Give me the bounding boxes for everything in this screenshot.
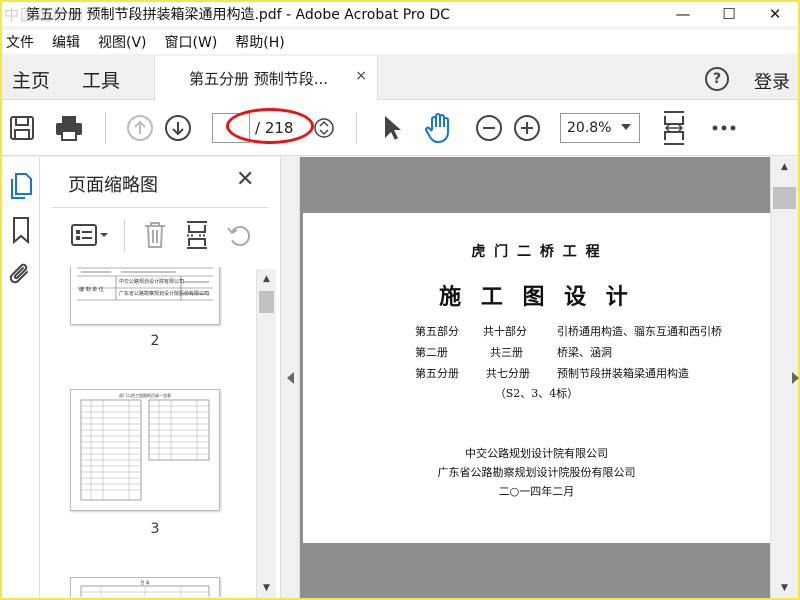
bookmark-icon[interactable] — [11, 215, 31, 245]
page-down-icon[interactable] — [164, 114, 192, 142]
doc-scroll-thumb[interactable] — [773, 187, 796, 209]
panel-separator — [124, 219, 125, 251]
close-panel-button[interactable]: ✕ — [236, 167, 254, 192]
tab-home[interactable]: 主页 — [12, 66, 50, 93]
thumbnail-options-icon[interactable] — [70, 221, 110, 249]
help-icon[interactable]: ? — [705, 67, 729, 91]
toolbar-separator — [356, 112, 357, 144]
toolbar-separator — [105, 112, 106, 144]
window-controls: — ☐ ✕ — [660, 2, 798, 26]
thumbnail-panel: 页面缩略图 ✕ 编 制 单 位 中交公路规划设计院有限公司 广东省公路勘察规划设… — [40, 157, 280, 598]
document-org-2: 广东省公路勘察规划设计院股份有限公司 — [437, 466, 636, 479]
thumbnail-list[interactable]: 编 制 单 位 中交公路规划设计院有限公司 广东省公路勘察规划设计院股份有限公司… — [40, 267, 256, 597]
row-2-col-2: 共三册 — [490, 346, 523, 359]
thumbnail-scrollbar[interactable]: ▲ ▼ — [256, 269, 276, 598]
thumbnail-2-caption-1: 中交公路规划设计院有限公司 — [119, 279, 185, 285]
attachment-icon[interactable] — [8, 259, 34, 289]
row-1-col-3: 引桥通用构造、骝东互通和西引桥 — [557, 325, 722, 338]
collapse-panel-icon[interactable] — [287, 372, 294, 384]
menu-help[interactable]: 帮助(H) — [231, 32, 294, 52]
hand-icon[interactable] — [424, 112, 454, 144]
row-1-col-2: 共十部分 — [483, 325, 527, 338]
insert-pages-icon[interactable] — [184, 219, 210, 251]
zoom-in-icon[interactable] — [513, 114, 541, 142]
document-tab-label: 第五分册 预制节段... — [189, 69, 329, 88]
menu-view[interactable]: 视图(V) — [94, 32, 157, 52]
row-1-col-1: 第五部分 — [415, 325, 459, 338]
thumbnail-page-3[interactable]: 虎门二桥工程图纸目录一览表 — [70, 389, 220, 511]
minimize-button[interactable]: — — [660, 2, 706, 26]
panel-splitter[interactable] — [280, 157, 300, 598]
delete-icon[interactable] — [142, 219, 168, 251]
page-thumbnails-icon[interactable] — [9, 171, 33, 201]
page-stepper-icon[interactable] — [312, 116, 336, 140]
document-org-1: 中交公路规划设计院有限公司 — [465, 447, 608, 460]
document-date: 二○一四年二月 — [498, 485, 575, 498]
cursor-icon[interactable] — [380, 114, 404, 142]
login-button[interactable]: 登录 — [754, 68, 790, 94]
toolbar: / 218 20.8% — [2, 100, 798, 156]
panel-divider — [52, 207, 268, 208]
row-3-col-3: 预制节段拼装箱梁通用构造 — [557, 367, 689, 380]
tab-tools[interactable]: 工具 — [82, 66, 120, 93]
menu-edit[interactable]: 编辑 — [48, 32, 90, 52]
row-2-col-3: 桥梁、涵洞 — [557, 346, 612, 359]
close-tab-button[interactable]: × — [355, 68, 367, 84]
menu-file[interactable]: 文件 — [2, 32, 44, 52]
doc-scroll-down-arrow[interactable]: ▼ — [771, 580, 798, 596]
panel-toolbar — [40, 213, 280, 257]
thumbnail-4-caption: 目 录 — [140, 580, 150, 585]
row-3-col-1: 第五分册 — [415, 367, 459, 380]
thumbnail-3-caption: 虎门二桥工程图纸目录一览表 — [119, 393, 171, 398]
thumbnail-2-caption-3: 编 制 单 位 — [79, 287, 104, 293]
page-up-icon[interactable] — [126, 114, 154, 142]
row-3-col-2: 共七分册 — [486, 367, 530, 380]
save-icon[interactable] — [8, 114, 36, 142]
maximize-button[interactable]: ☐ — [706, 2, 752, 26]
close-window-button[interactable]: ✕ — [752, 2, 798, 26]
pdf-page: 虎 门 二 桥 工 程 施 工 图 设 计 第五部分 共十部分 引桥通用构造、骝… — [303, 213, 770, 543]
thumbnail-label-2: 2 — [150, 333, 160, 349]
doc-scroll-up-arrow[interactable]: ▲ — [771, 159, 798, 175]
menu-window[interactable]: 窗口(W) — [161, 32, 228, 52]
expand-right-pane-icon[interactable] — [792, 372, 799, 384]
scroll-up-arrow[interactable]: ▲ — [257, 271, 276, 287]
scroll-thumb[interactable] — [259, 291, 274, 313]
document-heading: 施 工 图 设 计 — [439, 284, 634, 310]
thumbnail-page-4[interactable]: 目 录 — [70, 577, 220, 597]
scroll-down-arrow[interactable]: ▼ — [257, 580, 276, 596]
document-view[interactable]: 虎 门 二 桥 工 程 施 工 图 设 计 第五部分 共十部分 引桥通用构造、骝… — [300, 157, 772, 598]
zoom-select[interactable]: 20.8% — [560, 113, 640, 143]
print-icon[interactable] — [54, 113, 84, 143]
panel-title: 页面缩略图 — [68, 175, 158, 196]
watermark: 中国造桥网 — [4, 6, 85, 24]
document-sections: （S2、3、4标） — [494, 387, 579, 400]
tab-document[interactable]: 第五分册 预制节段... × — [154, 56, 378, 100]
row-2-col-1: 第二册 — [415, 346, 448, 359]
rotate-icon[interactable] — [226, 221, 252, 249]
more-icon[interactable] — [710, 118, 738, 138]
left-rail — [2, 157, 40, 598]
zoom-value: 20.8% — [567, 120, 612, 136]
menu-bar: 文件 编辑 视图(V) 窗口(W) 帮助(H) — [2, 30, 798, 54]
title-bar: 中国造桥网 第五分册 预制节段拼装箱梁通用构造.pdf - Adobe Acro… — [2, 2, 798, 26]
tab-bar: 主页 工具 第五分册 预制节段... × ? 登录 — [2, 56, 798, 100]
project-title: 虎 门 二 桥 工 程 — [471, 244, 602, 260]
thumbnail-2-caption-2: 广东省公路勘察规划设计院股份有限公司 — [119, 291, 210, 297]
thumbnail-label-3: 3 — [150, 521, 160, 537]
fit-width-icon[interactable] — [660, 110, 688, 146]
chevron-down-icon — [621, 124, 631, 130]
red-annotation-oval — [226, 108, 314, 144]
zoom-out-icon[interactable] — [475, 114, 503, 142]
thumbnail-page-2[interactable]: 编 制 单 位 中交公路规划设计院有限公司 广东省公路勘察规划设计院股份有限公司 — [70, 267, 220, 325]
